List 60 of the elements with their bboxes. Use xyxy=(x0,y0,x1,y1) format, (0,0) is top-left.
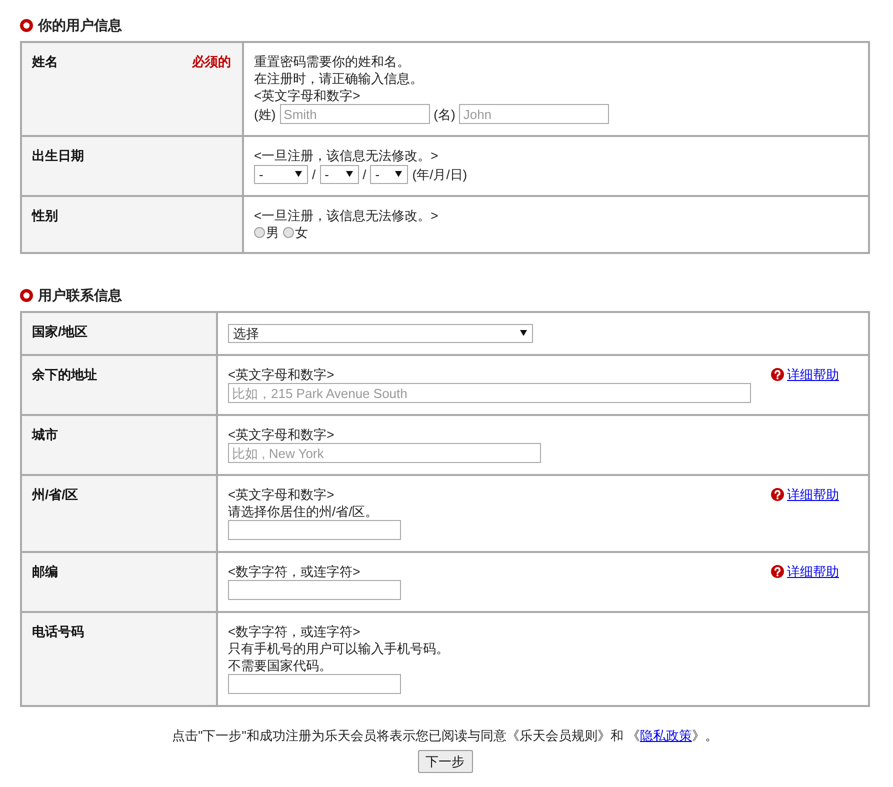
hint-text: 只有手机号的用户可以输入手机号码。 xyxy=(228,640,449,657)
field-label: 余下的地址 xyxy=(32,366,97,383)
text-input[interactable] xyxy=(228,580,401,600)
text-input[interactable]: Smith xyxy=(280,104,430,124)
field-label: 州/省/区 xyxy=(32,486,78,503)
inline-label: (年/月/日) xyxy=(412,166,468,182)
help-icon xyxy=(771,368,784,381)
privacy-policy-link[interactable]: 隐私政策 xyxy=(640,728,692,743)
caret-icon xyxy=(346,171,353,177)
field-label: 电话号码 xyxy=(32,623,84,640)
hint-text: 在注册时，请正确输入信息。 xyxy=(254,70,423,87)
hint-text: <英文字母和数字> xyxy=(228,366,334,383)
inline-label: / xyxy=(362,166,366,182)
agreement-text: 点击"下一步"和成功注册为乐天会员将表示您已阅读与同意《乐天会员规则》和 《隐私政策》。 xyxy=(172,727,718,744)
field-label: 性别 xyxy=(32,207,58,224)
text-input[interactable]: John xyxy=(459,104,610,124)
field-label: 国家/地区 xyxy=(32,323,88,340)
inline-label: (姓) xyxy=(254,106,276,122)
section-title: 你的用户信息 xyxy=(38,16,122,34)
text-input[interactable] xyxy=(228,674,401,694)
ring-icon xyxy=(20,18,33,32)
help-link[interactable]: 详细帮助 xyxy=(787,486,839,503)
option-label[interactable]: 女 xyxy=(295,224,308,241)
hint-text: <英文字母和数字> xyxy=(228,486,334,503)
caret-icon xyxy=(395,171,402,177)
help-icon xyxy=(771,565,784,578)
dropdown[interactable]: 选择 xyxy=(228,324,533,342)
caret-icon xyxy=(520,330,527,336)
text-input[interactable] xyxy=(228,520,401,540)
required-label: 必须的 xyxy=(192,53,231,70)
inline-label: / xyxy=(312,166,316,182)
hint-text: <数字字符，或连字符> xyxy=(228,563,360,580)
dropdown[interactable]: - xyxy=(320,164,359,184)
field-label: 城市 xyxy=(32,426,58,443)
text-input[interactable]: 比如 , New York xyxy=(228,443,541,463)
hint-text: <英文字母和数字> xyxy=(254,87,360,104)
hint-text: 请选择你居住的州/省/区。 xyxy=(228,503,378,520)
help-link[interactable]: 详细帮助 xyxy=(787,563,839,580)
caret-icon xyxy=(295,171,302,177)
help-link[interactable]: 详细帮助 xyxy=(787,366,839,383)
next-button[interactable]: 下一步 xyxy=(418,750,472,773)
hint-text: <数字字符，或连字符> xyxy=(228,623,360,640)
field-label: 出生日期 xyxy=(32,147,84,164)
text-input[interactable]: 比如，215 Park Avenue South xyxy=(228,383,751,403)
hint-text: <一旦注册，该信息无法修改。> xyxy=(254,207,438,224)
ring-icon xyxy=(20,288,33,302)
dropdown[interactable]: - xyxy=(254,164,308,184)
radio-button[interactable] xyxy=(254,227,265,238)
field-label: 姓名 xyxy=(32,53,58,70)
hint-text: <一旦注册，该信息无法修改。> xyxy=(254,147,438,164)
help-icon xyxy=(771,488,784,501)
hint-text: 不需要国家代码。 xyxy=(228,657,332,674)
dropdown[interactable]: - xyxy=(370,164,408,184)
field-label: 邮编 xyxy=(32,563,58,580)
hint-text: <英文字母和数字> xyxy=(228,426,334,443)
radio-button[interactable] xyxy=(283,227,294,238)
inline-label: (名) xyxy=(434,106,456,122)
hint-text: 重置密码需要你的姓和名。 xyxy=(254,53,410,70)
option-label[interactable]: 男 xyxy=(266,224,279,241)
section-title: 用户联系信息 xyxy=(38,286,122,304)
